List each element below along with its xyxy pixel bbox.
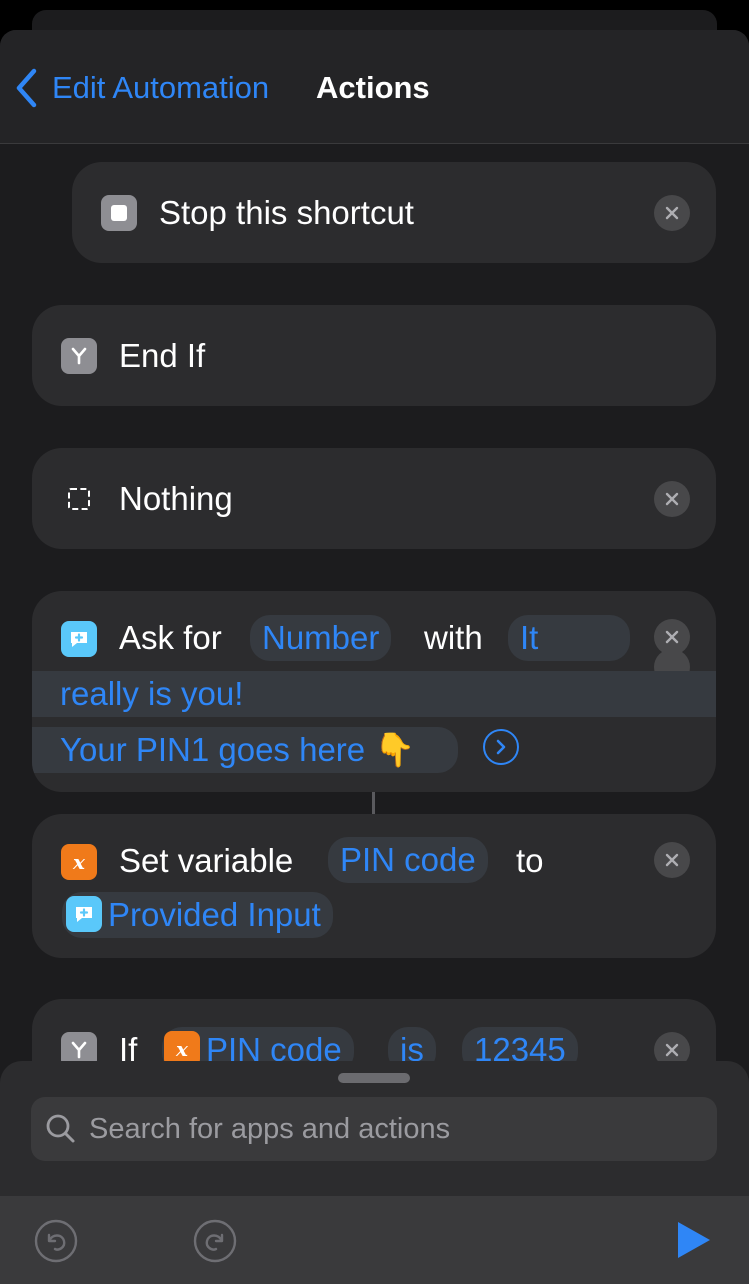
- chevron-right-icon: [496, 739, 506, 755]
- action-label: Nothing: [119, 480, 233, 517]
- back-label: Edit Automation: [52, 70, 270, 105]
- close-icon: [665, 853, 679, 867]
- input-type-token[interactable]: Number: [250, 615, 392, 661]
- chevron-left-icon: [16, 68, 37, 108]
- delete-action-button[interactable]: [654, 619, 690, 655]
- prompt-token[interactable]: It: [508, 615, 630, 661]
- close-icon: [665, 492, 679, 506]
- action-search-panel: Search for apps and actions: [0, 1061, 749, 1284]
- close-icon: [665, 630, 679, 644]
- action-ask-for-input[interactable]: Ask for Number with It really is you! Yo…: [32, 591, 716, 792]
- search-input[interactable]: Search for apps and actions: [89, 1113, 450, 1146]
- ask-with: with: [424, 619, 483, 656]
- page-title: Actions: [316, 70, 430, 105]
- delete-action-button[interactable]: [654, 195, 690, 231]
- ask-bubble-icon: [61, 621, 97, 657]
- actions-sheet: Edit Automation Actions Stop this shortc…: [0, 30, 749, 1284]
- delete-action-button[interactable]: [654, 842, 690, 878]
- play-icon[interactable]: [674, 1220, 714, 1260]
- sheet-grabber[interactable]: [338, 1073, 410, 1083]
- ask-prefix: Ask for: [119, 619, 222, 656]
- set-variable-to: to: [516, 842, 544, 879]
- editor-toolbar: [0, 1196, 749, 1284]
- variable-value-label: Provided Input: [108, 896, 321, 933]
- action-stop-shortcut[interactable]: Stop this shortcut: [72, 162, 716, 263]
- variable-x-icon: x: [61, 844, 97, 880]
- back-button[interactable]: Edit Automation: [14, 66, 269, 110]
- prompt-token-line[interactable]: Your PIN1 goes here 👇: [32, 727, 458, 773]
- prompt-text: Your PIN1 goes here 👇: [60, 731, 416, 768]
- show-more-button[interactable]: [483, 729, 519, 765]
- search-icon: [46, 1114, 75, 1143]
- undo-icon[interactable]: [33, 1218, 79, 1264]
- variable-value-token[interactable]: Provided Input: [62, 892, 333, 938]
- set-variable-prefix: Set variable: [119, 842, 294, 879]
- ask-bubble-icon: [66, 896, 102, 933]
- branch-icon: [61, 338, 97, 374]
- dashed-square-icon: [61, 481, 97, 517]
- action-nothing[interactable]: Nothing: [32, 448, 716, 549]
- close-icon: [665, 1043, 679, 1057]
- close-icon: [665, 206, 679, 220]
- flow-connector: [372, 792, 375, 814]
- action-label: End If: [119, 337, 206, 374]
- stop-square-icon: [101, 195, 137, 231]
- variable-name-token[interactable]: PIN code: [328, 837, 488, 883]
- action-label: Stop this shortcut: [159, 194, 414, 231]
- action-end-if[interactable]: End If: [32, 305, 716, 406]
- redo-icon[interactable]: [192, 1218, 238, 1264]
- delete-action-button[interactable]: [654, 481, 690, 517]
- prompt-token-line[interactable]: really is you!: [32, 671, 716, 717]
- navigation-bar: Edit Automation Actions: [0, 30, 749, 144]
- search-bar[interactable]: Search for apps and actions: [31, 1097, 717, 1161]
- action-set-variable[interactable]: x Set variable PIN code to Provided Inpu…: [32, 814, 716, 958]
- prompt-text: really is you!: [60, 675, 244, 712]
